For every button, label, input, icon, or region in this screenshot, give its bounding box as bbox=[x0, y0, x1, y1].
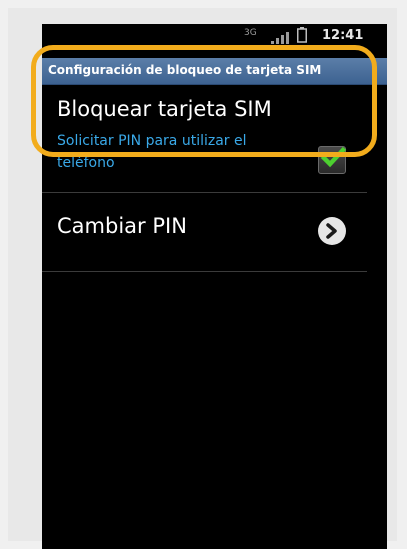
signal-icon bbox=[271, 32, 289, 44]
setting-change-pin[interactable]: Cambiar PIN bbox=[42, 192, 387, 270]
divider bbox=[42, 271, 367, 272]
battery-icon bbox=[297, 27, 307, 43]
title-bar: Configuración de bloqueo de tarjeta SIM bbox=[42, 58, 387, 85]
lock-sim-checkbox[interactable] bbox=[318, 146, 347, 174]
network-type: 3G bbox=[244, 28, 257, 38]
phone-screen: 3G 12:41 Configuración de bloqueo de tar… bbox=[42, 24, 387, 549]
setting-lock-sim[interactable]: Bloquear tarjeta SIM Solicitar PIN para … bbox=[42, 84, 387, 189]
chevron-right-icon bbox=[326, 223, 337, 239]
page-title: Configuración de bloqueo de tarjeta SIM bbox=[48, 63, 322, 77]
setting-change-pin-title: Cambiar PIN bbox=[57, 214, 187, 238]
setting-lock-sim-title: Bloquear tarjeta SIM bbox=[57, 97, 272, 121]
change-pin-chevron-button[interactable] bbox=[318, 217, 346, 245]
setting-lock-sim-summary: Solicitar PIN para utilizar el teléfono bbox=[57, 133, 247, 171]
clock: 12:41 bbox=[322, 28, 364, 43]
check-icon bbox=[320, 146, 347, 168]
status-bar: 3G 12:41 bbox=[42, 24, 387, 58]
